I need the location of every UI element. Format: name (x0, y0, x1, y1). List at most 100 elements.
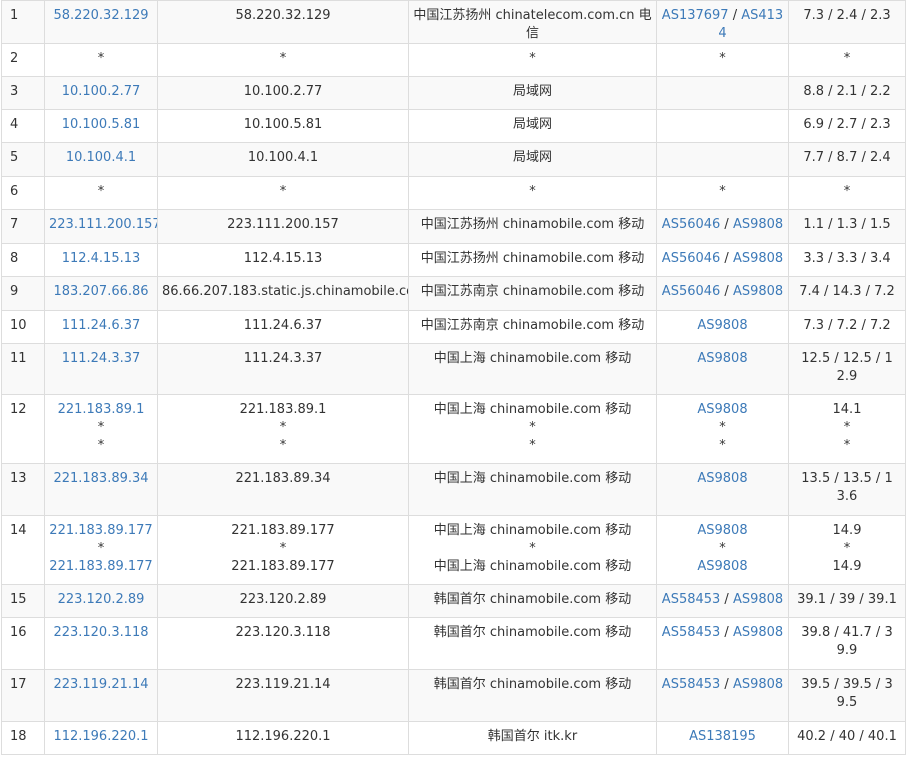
ip-cell: 221.183.89.177 * 221.183.89.177 (44, 515, 158, 585)
ip-link[interactable]: 111.24.3.37 (49, 350, 153, 368)
location-cell: 中国江苏南京 chinamobile.com 移动 (408, 310, 657, 344)
latency: 12.5 / 12.5 / 12.9 (801, 351, 893, 384)
hop-number: 11 (10, 351, 27, 366)
asn-link[interactable]: AS9808 (697, 318, 747, 333)
location-cell: 局域网 (408, 76, 657, 110)
ip-link[interactable]: 111.24.6.37 (49, 317, 153, 335)
location-cell: 韩国首尔 itk.kr (408, 721, 657, 755)
asn-link[interactable]: AS137697 (662, 8, 729, 23)
asn-cell: AS9808 * * (656, 394, 789, 464)
asn-link[interactable]: AS56046 (662, 217, 721, 232)
ip-timeout: * (97, 420, 105, 435)
asn-link[interactable]: AS9808 (733, 217, 783, 232)
table-row: 14 221.183.89.177 * 221.183.89.177 221.183.8… (1, 515, 906, 585)
ip-link[interactable]: 223.111.200.157 (49, 216, 157, 234)
hop-number: 6 (10, 184, 19, 199)
ip-link[interactable]: 112.4.15.13 (49, 250, 153, 268)
hop-number: 16 (10, 625, 27, 640)
location: * (529, 51, 536, 66)
ip-link[interactable]: 221.183.89.34 (49, 470, 153, 488)
asn-cell (656, 109, 789, 143)
hop-number: 13 (10, 471, 27, 486)
asn-cell: AS9808 (656, 463, 789, 516)
hostname-cell: 221.183.89.1 * * (157, 394, 409, 464)
ip-link[interactable]: 10.100.2.77 (49, 83, 153, 101)
ip-cell: 183.207.66.86 (44, 276, 158, 311)
location: 局域网 (512, 150, 552, 165)
latency-cell: 8.8 / 2.1 / 2.2 (788, 76, 906, 110)
ip-link[interactable]: 112.196.220.1 (49, 728, 153, 746)
asn-link[interactable]: AS9808 (733, 251, 783, 266)
hostname-cell: 10.100.2.77 (157, 76, 409, 110)
hostname: 111.24.3.37 (243, 351, 323, 366)
ip-link[interactable]: 223.120.2.89 (49, 591, 153, 609)
ip-cell: 221.183.89.34 (44, 463, 158, 516)
asn-link[interactable]: AS9808 (697, 523, 747, 538)
location-cell: 中国上海 chinamobile.com 移动 (408, 343, 657, 395)
asn-link[interactable]: AS56046 (662, 251, 721, 266)
asn-cell (656, 142, 789, 177)
hostname-cell: 86.66.207.183.static.js.chinamobile.com (157, 276, 409, 311)
ip-link[interactable]: 221.183.89.177 (49, 522, 153, 540)
asn-link[interactable]: AS58453 (662, 592, 721, 607)
latency-cell: 39.8 / 41.7 / 39.9 (788, 617, 906, 670)
asn-link[interactable]: AS9808 (697, 471, 747, 486)
latency-cell: 14.1 * * (788, 394, 906, 464)
hop-cell: 18 (1, 721, 45, 755)
asn-line: AS58453 / AS9808 (661, 591, 784, 609)
asn-link[interactable]: AS9808 (697, 351, 747, 366)
ip-link[interactable]: 10.100.4.1 (49, 149, 153, 167)
ip-cell: 10.100.4.1 (44, 142, 158, 177)
asn-link[interactable]: AS56046 (662, 284, 721, 299)
latency-cell: 3.3 / 3.3 / 3.4 (788, 243, 906, 277)
asn-link[interactable]: AS9808 (733, 284, 783, 299)
ip-link[interactable]: 10.100.5.81 (49, 116, 153, 134)
hostname: 10.100.5.81 (243, 117, 323, 132)
table-row: 6 * * * * * (1, 176, 906, 210)
hostname-cell: 221.183.89.177 * 221.183.89.177 (157, 515, 409, 585)
hop-cell: 1 (1, 0, 45, 44)
asn-link[interactable]: AS9808 (733, 625, 783, 640)
location: 局域网 (512, 117, 552, 132)
latency-cell: 7.3 / 2.4 / 2.3 (788, 0, 906, 44)
ip-cell: 10.100.2.77 (44, 76, 158, 110)
asn-cell: AS9808 (656, 343, 789, 395)
hop-number: 15 (10, 592, 27, 607)
asn-link[interactable]: AS9808 (697, 559, 747, 574)
asn-link[interactable]: AS9808 (733, 677, 783, 692)
asn-line: AS9808 (661, 317, 784, 335)
asn-link[interactable]: AS58453 (662, 625, 721, 640)
asn-cell: AS9808 * AS9808 (656, 515, 789, 585)
location-cell: 中国上海 chinamobile.com 移动 * * (408, 394, 657, 464)
location-cell: 中国上海 chinamobile.com 移动 (408, 463, 657, 516)
asn-link[interactable]: AS58453 (662, 677, 721, 692)
hop-cell: 14 (1, 515, 45, 585)
asn-line: AS9808 (661, 401, 784, 419)
location: 中国上海 chinamobile.com 移动 (433, 402, 632, 417)
location: 中国江苏南京 chinamobile.com 移动 (420, 318, 645, 333)
asn-separator: / (720, 284, 733, 299)
ip-timeout: * (97, 541, 105, 556)
asn-link[interactable]: AS138195 (689, 729, 756, 744)
ip-link[interactable]: 223.120.3.118 (49, 624, 153, 642)
latency-cell: 13.5 / 13.5 / 13.6 (788, 463, 906, 516)
hop-cell: 12 (1, 394, 45, 464)
latency: 6.9 / 2.7 / 2.3 (803, 117, 891, 132)
ip-timeout: * (97, 438, 105, 453)
ip-link[interactable]: 221.183.89.1 (49, 401, 153, 419)
ip-link[interactable]: 223.119.21.14 (49, 676, 153, 694)
latency-cell: * (788, 43, 906, 77)
asn-link[interactable]: AS9808 (733, 592, 783, 607)
ip-link[interactable]: 58.220.32.129 (49, 7, 153, 25)
ip-link[interactable]: 183.207.66.86 (49, 283, 153, 301)
ip-cell: 221.183.89.1 * * (44, 394, 158, 464)
latency: 7.7 / 8.7 / 2.4 (803, 150, 891, 165)
ip-cell: 112.4.15.13 (44, 243, 158, 277)
latency: 39.5 / 39.5 / 39.5 (801, 677, 893, 710)
hostname-cell: 223.120.2.89 (157, 584, 409, 618)
ip-link[interactable]: 221.183.89.177 (49, 558, 153, 576)
hop-number: 7 (10, 217, 19, 232)
asn-separator: / (720, 625, 733, 640)
hostname: 221.183.89.177 (231, 559, 335, 574)
asn-link[interactable]: AS9808 (697, 402, 747, 417)
